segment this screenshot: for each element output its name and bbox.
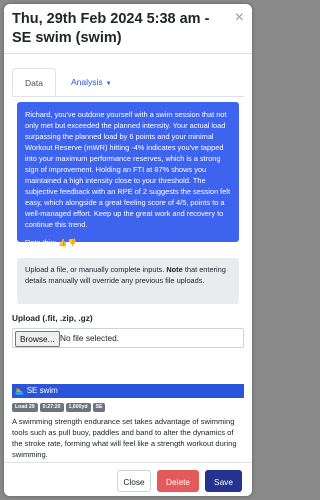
modal-title: Thu, 29th Feb 2024 5:38 am - SE swim (sw…: [12, 11, 210, 46]
duration-badge: 0:27:20: [39, 403, 64, 412]
tab-data[interactable]: Data: [12, 68, 56, 96]
tab-data-label: Data: [25, 78, 43, 88]
distance-badge: 1,600yd: [65, 403, 91, 412]
load-badge: Load 29: [12, 403, 38, 412]
workout-badges: Load 29 0:27:20 1,600yd SE: [12, 403, 107, 413]
thumbs-down-icon[interactable]: 👎: [68, 238, 77, 247]
tab-analysis-label: Analysis: [71, 77, 103, 87]
workout-modal: Thu, 29th Feb 2024 5:38 am - SE swim (sw…: [4, 4, 252, 496]
type-badge: SE: [92, 403, 106, 412]
tab-analysis[interactable]: Analysis ▼: [62, 68, 121, 96]
file-input[interactable]: Browse... No file selected.: [12, 328, 244, 348]
tab-bar: Data Analysis ▼: [12, 68, 244, 97]
rate-row: Rate this: 👍👎: [25, 237, 231, 248]
modal-footer: Close Delete Save: [4, 462, 252, 496]
analysis-text: Richard, you've outdone yourself with a …: [25, 110, 230, 229]
upload-note-bold: Note: [166, 265, 183, 274]
swim-icon: 🏊: [15, 388, 24, 395]
analysis-panel: Richard, you've outdone yourself with a …: [17, 102, 239, 247]
workout-name: SE swim: [26, 386, 58, 395]
workout-title-bar: 🏊 SE swim: [12, 384, 244, 398]
delete-button[interactable]: Delete: [157, 470, 199, 492]
upload-label: Upload (.fit, .zip, .gz): [12, 313, 93, 323]
thumbs-up-icon[interactable]: 👍: [58, 238, 67, 247]
rate-label: Rate this:: [25, 238, 57, 247]
modal-body: Data Analysis ▼ Richard, you've outdone y…: [4, 54, 252, 462]
chevron-down-icon: ▼: [105, 81, 112, 87]
upload-note: Upload a file, or manually complete inpu…: [17, 258, 239, 304]
save-button[interactable]: Save: [205, 470, 242, 492]
browse-button[interactable]: Browse...: [15, 331, 60, 347]
upload-note-prefix: Upload a file, or manually complete inpu…: [25, 265, 167, 274]
workout-description: A swimming strength endurance set takes …: [12, 417, 237, 459]
close-button[interactable]: Close: [117, 470, 151, 492]
file-status: No file selected.: [60, 333, 120, 343]
close-icon[interactable]: ×: [235, 10, 244, 26]
modal-header: Thu, 29th Feb 2024 5:38 am - SE swim (sw…: [4, 4, 252, 54]
